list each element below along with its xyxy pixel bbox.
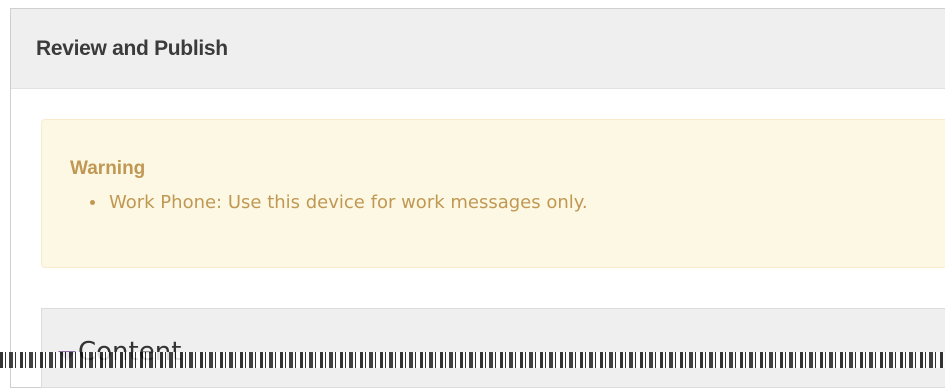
review-publish-panel: Review and Publish Warning Work Phone: U… — [10, 8, 945, 388]
content-section: Content — [41, 308, 945, 388]
warning-alert: Warning Work Phone: Use this device for … — [41, 119, 945, 268]
warning-title: Warning — [70, 158, 146, 179]
panel-header: Review and Publish — [11, 9, 945, 89]
warning-list: Work Phone: Use this device for work mes… — [90, 192, 588, 213]
rendering-artifact-strip — [0, 352, 945, 368]
panel-title: Review and Publish — [36, 36, 228, 60]
bullet-icon — [90, 200, 95, 205]
warning-item: Work Phone: Use this device for work mes… — [90, 192, 588, 213]
warning-item-text: Work Phone: Use this device for work mes… — [109, 192, 588, 213]
